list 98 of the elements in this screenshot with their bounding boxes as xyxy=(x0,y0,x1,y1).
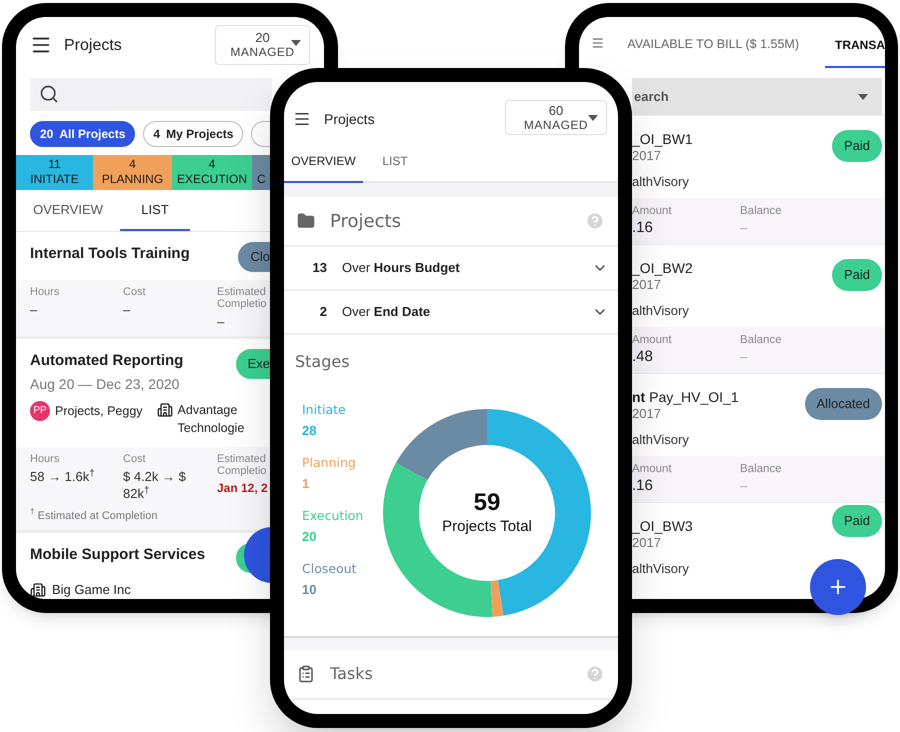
metric-label: Estimated Completio xyxy=(217,286,267,310)
legend-label: Execution xyxy=(302,507,364,525)
metric-label: Cost xyxy=(123,286,147,298)
metric-label: Amount xyxy=(632,333,673,347)
client-name: althVisory xyxy=(632,303,690,319)
metric-label: Hours xyxy=(30,286,60,298)
clipboard-icon xyxy=(297,665,315,683)
client-name: althVisory xyxy=(632,561,690,577)
metric-label: Estimated Completio xyxy=(217,452,268,476)
legend-label: Closeout xyxy=(302,560,358,578)
status-badge: Clo xyxy=(238,242,272,272)
legend-value: 1 xyxy=(302,475,310,493)
stage-segment[interactable]: 4 EXECUTION xyxy=(172,154,252,190)
transaction-title: _OI_BW1 xyxy=(632,130,693,148)
stage-segment[interactable]: 4 PLANNING xyxy=(93,154,172,190)
project-title: Automated Reporting xyxy=(30,350,184,370)
tab[interactable]: OVERVIEW xyxy=(16,190,120,230)
section-title: Stages xyxy=(295,351,350,373)
client-name: Advantage Technologie xyxy=(178,402,246,436)
metric-value: – xyxy=(740,219,748,237)
stage-segment[interactable]: C xyxy=(252,154,272,190)
transaction-title: _OI_BW3 xyxy=(632,517,693,535)
filter-chip[interactable] xyxy=(251,120,272,147)
caret-icon xyxy=(291,40,301,46)
screen-title: Projects xyxy=(64,36,122,56)
tab[interactable]: AVAILABLE TO BILL ($ 1.55M) xyxy=(627,17,799,68)
status-badge: Paid xyxy=(832,505,882,537)
filter-chip[interactable]: 20 All Projects xyxy=(30,120,136,147)
metric-value: 58 → 1.6k$^{†}$ xyxy=(30,468,96,484)
metric-label: Balance xyxy=(740,333,783,347)
alert-count: 13 xyxy=(312,259,327,278)
legend-label: Planning xyxy=(302,454,357,472)
metric-value: .16 xyxy=(632,476,654,496)
metric-label: Balance xyxy=(740,462,783,476)
alert-text: Over End Date xyxy=(342,303,430,322)
status-badge: Paid xyxy=(832,130,882,162)
alert-count: 2 xyxy=(318,303,327,322)
metric-label: Balance xyxy=(740,204,783,218)
metric-value: Jan 12, 2 xyxy=(217,480,268,496)
transaction-title: _OI_BW2 xyxy=(632,259,693,277)
client-name: althVisory xyxy=(632,174,690,190)
search-icon xyxy=(39,84,59,104)
tab[interactable]: LIST xyxy=(120,190,190,230)
menu-icon[interactable] xyxy=(293,110,311,128)
metric-label: Hours xyxy=(30,452,60,464)
caret-icon xyxy=(858,94,868,100)
section-title: Projects xyxy=(330,210,401,234)
metric-value: – xyxy=(740,348,748,366)
alert-row[interactable]: 13 Over Hours Budget xyxy=(284,245,618,289)
search-placeholder: earch xyxy=(633,88,669,106)
metric-value: – xyxy=(30,300,38,318)
legend-label: Initiate xyxy=(302,401,347,419)
total-count: 59 xyxy=(474,489,500,517)
status-badge: Paid xyxy=(832,259,882,291)
managed-dropdown[interactable]: 20 MANAGED xyxy=(215,25,310,65)
alert-row[interactable]: 2 Over End Date xyxy=(284,289,618,333)
building-icon xyxy=(30,582,46,598)
metric-value: – xyxy=(123,300,132,318)
building-icon xyxy=(156,402,173,418)
folder-icon xyxy=(297,212,315,230)
metric-label: Amount xyxy=(632,462,673,476)
alert-text: Over Hours Budget xyxy=(342,259,460,278)
project-title: Mobile Support Services xyxy=(30,545,206,565)
metric-label: Cost xyxy=(123,452,147,464)
caret-icon xyxy=(588,115,598,121)
transaction-title: nt Pay_HV_OI_1 xyxy=(632,388,739,406)
filter-chip[interactable]: 4 My Projects xyxy=(143,120,244,147)
metric-value: – xyxy=(217,312,226,330)
legend-value: 10 xyxy=(302,581,318,599)
search-field[interactable] xyxy=(30,78,272,111)
search-field[interactable]: earch xyxy=(632,78,882,115)
metric-value: .48 xyxy=(632,347,654,367)
status-badge: Allocated xyxy=(804,388,882,420)
client-name: althVisory xyxy=(632,432,690,448)
transaction-date: 2017 xyxy=(632,148,662,164)
project-dates: Aug 20 — Dec 23, 2020 xyxy=(30,374,180,394)
legend-value: 20 xyxy=(302,528,318,546)
owner-name: Projects, Peggy xyxy=(55,402,143,420)
tab[interactable]: LIST xyxy=(363,140,427,183)
transaction-date: 2017 xyxy=(632,406,662,422)
metric-label: Amount xyxy=(632,204,673,218)
transaction-date: 2017 xyxy=(632,535,662,551)
avatar: PP xyxy=(30,400,50,420)
managed-dropdown[interactable]: 60 MANAGED xyxy=(505,100,607,135)
project-title: Internal Tools Training xyxy=(30,244,190,264)
total-label: Projects Total xyxy=(442,517,532,537)
screen-title: Projects xyxy=(324,110,375,129)
status-badge: Exe xyxy=(236,348,272,378)
legend-value: 28 xyxy=(302,422,318,440)
transaction-date: 2017 xyxy=(632,277,662,293)
section-title: Tasks xyxy=(330,663,373,685)
client-name: Big Game Inc xyxy=(52,581,131,599)
metric-value: .16 xyxy=(632,218,654,238)
stage-segment[interactable]: 11 INITIATE xyxy=(16,154,93,190)
metric-value: – xyxy=(740,477,748,495)
footnote: $^{†}$ Estimated at Completion xyxy=(30,508,158,524)
tab[interactable]: TRANSA xyxy=(825,17,885,68)
metric-value: $ 4.2k → $ 82k$^{†}$ xyxy=(123,468,187,502)
